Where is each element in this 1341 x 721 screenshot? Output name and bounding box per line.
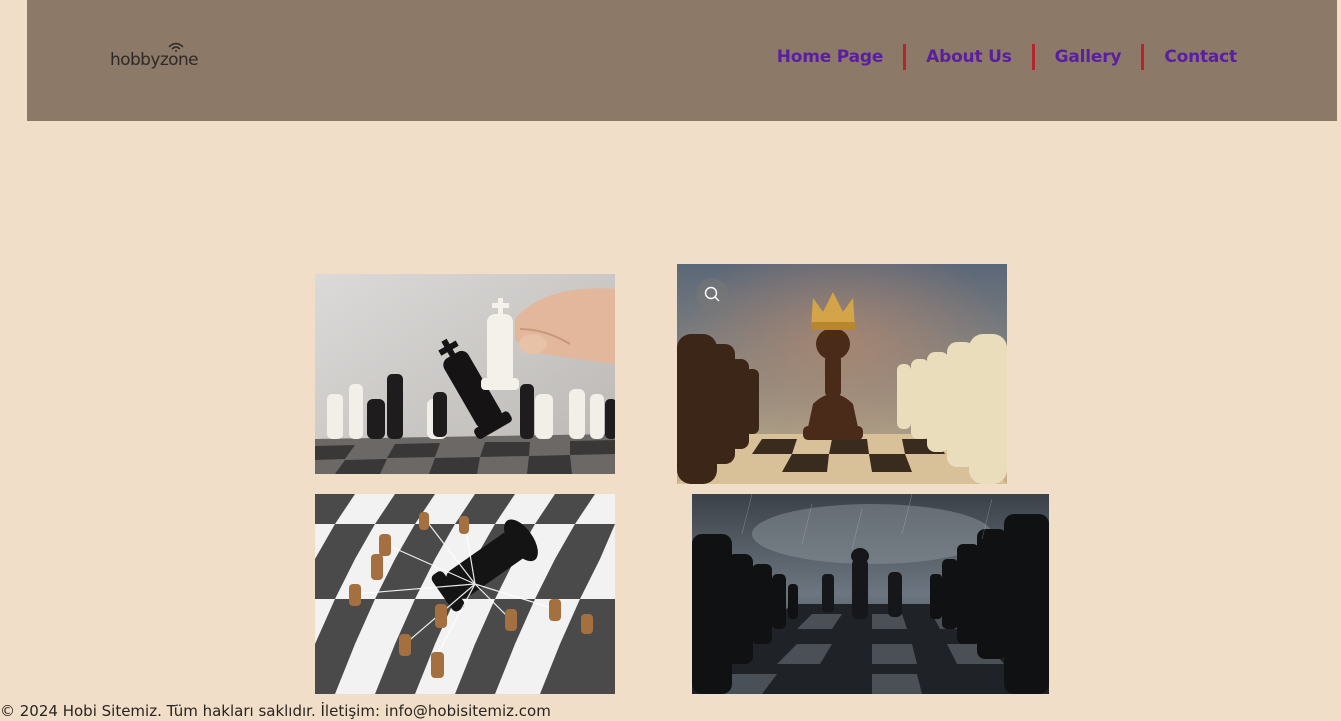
nav-about-us[interactable]: About Us — [906, 47, 1031, 67]
logo-text: hobbyzone — [110, 50, 199, 70]
nav-gallery[interactable]: Gallery — [1035, 47, 1142, 67]
gallery-image-crowned-pawn[interactable] — [677, 264, 1007, 484]
nav-contact[interactable]: Contact — [1144, 47, 1257, 67]
zoom-button[interactable] — [696, 278, 728, 310]
gallery-image-fallen-king[interactable] — [315, 494, 615, 694]
site-footer: © 2024 Hobi Sitemiz. Tüm hakları saklıdı… — [0, 702, 551, 720]
site-header: hobbyzone Home Page About Us Gallery Con… — [27, 0, 1337, 121]
wifi-icon — [168, 42, 184, 52]
search-icon — [704, 286, 720, 302]
gallery-image-dark-chessboard[interactable] — [692, 494, 1049, 694]
gallery-image-hand-king[interactable] — [315, 274, 615, 474]
nav-home-page[interactable]: Home Page — [757, 47, 903, 67]
main-nav: Home Page About Us Gallery Contact — [757, 43, 1257, 71]
site-logo[interactable]: hobbyzone — [110, 40, 210, 74]
